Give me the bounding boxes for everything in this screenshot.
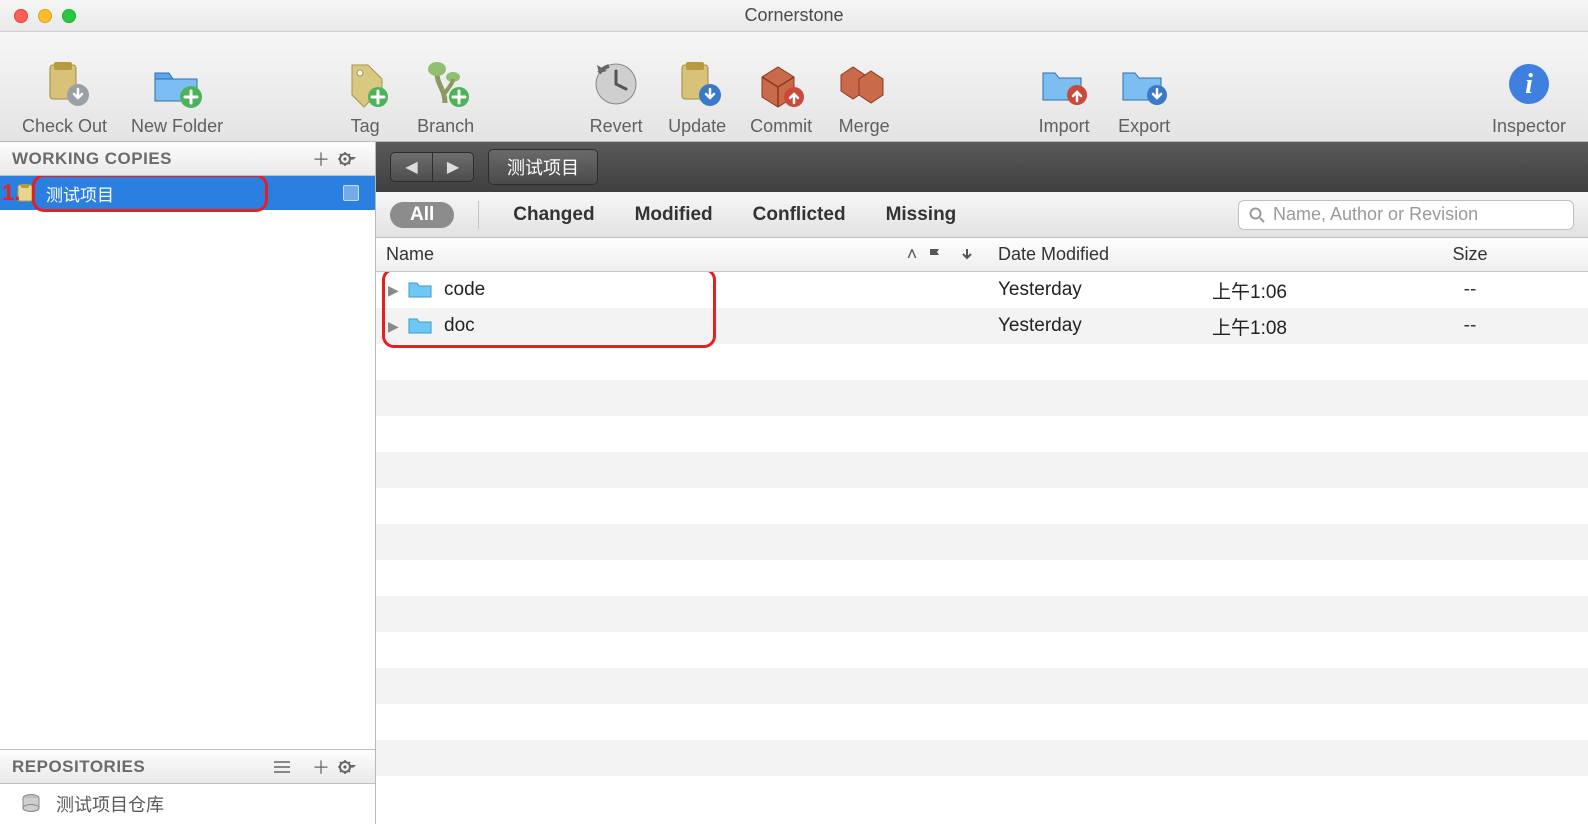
breadcrumb[interactable]: 测试项目 bbox=[488, 149, 598, 185]
new-folder-button[interactable]: New Folder bbox=[119, 56, 235, 137]
working-copy-icon bbox=[14, 182, 36, 204]
branch-label: Branch bbox=[417, 116, 474, 137]
table-row[interactable]: ▶ doc Yesterday 上午1:08 -- bbox=[376, 308, 1588, 344]
folder-icon bbox=[408, 280, 434, 300]
check-out-label: Check Out bbox=[22, 116, 107, 137]
row-size: -- bbox=[1352, 315, 1588, 337]
commit-button[interactable]: Commit bbox=[738, 56, 824, 137]
check-out-icon bbox=[37, 56, 93, 112]
main-content: ◀ ▶ 测试项目 All Changed Modified Conflicted… bbox=[376, 142, 1588, 824]
repositories-header: REPOSITORIES ＋ bbox=[0, 750, 375, 784]
row-size: -- bbox=[1352, 279, 1588, 301]
row-name: doc bbox=[444, 315, 475, 337]
search-placeholder: Name, Author or Revision bbox=[1273, 204, 1478, 225]
column-name[interactable]: Name bbox=[376, 244, 896, 265]
filter-bar: All Changed Modified Conflicted Missing … bbox=[376, 192, 1588, 238]
disclosure-triangle-icon[interactable]: ▶ bbox=[388, 282, 408, 299]
working-copy-label: 测试项目 bbox=[46, 181, 114, 206]
merge-label: Merge bbox=[839, 116, 890, 137]
update-label: Update bbox=[668, 116, 726, 137]
branch-button[interactable]: Branch bbox=[405, 56, 486, 137]
toolbar: Check Out New Folder Tag Branch bbox=[0, 32, 1588, 142]
inspector-icon: i bbox=[1501, 56, 1557, 112]
nav-segment: ◀ ▶ bbox=[390, 152, 474, 182]
repository-label: 测试项目仓库 bbox=[56, 791, 164, 817]
folder-icon bbox=[408, 316, 434, 336]
sidebar: WORKING COPIES ＋ 测试项目 1. REPOSITORIES bbox=[0, 142, 376, 824]
import-label: Import bbox=[1039, 116, 1090, 137]
filter-all[interactable]: All bbox=[390, 202, 454, 228]
inspector-button[interactable]: i Inspector bbox=[1480, 56, 1578, 137]
row-time: 上午1:08 bbox=[1212, 313, 1352, 340]
search-input[interactable]: Name, Author or Revision bbox=[1238, 200, 1574, 230]
export-button[interactable]: Export bbox=[1104, 56, 1184, 137]
working-copy-item[interactable]: 测试项目 bbox=[0, 176, 375, 210]
update-button[interactable]: Update bbox=[656, 56, 738, 137]
repositories-header-label: REPOSITORIES bbox=[6, 757, 273, 777]
row-date: Yesterday bbox=[992, 279, 1212, 301]
working-copies-header-label: WORKING COPIES bbox=[6, 149, 305, 169]
revert-button[interactable]: Revert bbox=[576, 56, 656, 137]
nav-forward-button[interactable]: ▶ bbox=[432, 152, 474, 182]
working-copies-gear-button[interactable] bbox=[337, 151, 369, 167]
column-date-modified[interactable]: Date Modified bbox=[992, 244, 1212, 265]
column-download-icon[interactable] bbox=[960, 248, 992, 262]
filter-changed[interactable]: Changed bbox=[513, 204, 594, 226]
export-icon bbox=[1116, 56, 1172, 112]
merge-icon bbox=[836, 56, 892, 112]
sort-indicator-icon[interactable]: ˄ bbox=[896, 244, 928, 265]
inspector-label: Inspector bbox=[1492, 116, 1566, 137]
repositories-gear-button[interactable] bbox=[337, 759, 369, 775]
revert-icon bbox=[588, 56, 644, 112]
working-copies-list: 测试项目 1. bbox=[0, 176, 375, 749]
filter-modified[interactable]: Modified bbox=[635, 204, 713, 226]
tag-button[interactable]: Tag bbox=[325, 56, 405, 137]
window-title: Cornerstone bbox=[0, 5, 1588, 26]
column-flag-icon[interactable] bbox=[928, 248, 960, 262]
nav-back-button[interactable]: ◀ bbox=[390, 152, 432, 182]
filter-conflicted[interactable]: Conflicted bbox=[753, 204, 846, 226]
repository-icon bbox=[20, 792, 44, 816]
check-out-button[interactable]: Check Out bbox=[10, 56, 119, 137]
filter-missing[interactable]: Missing bbox=[886, 204, 957, 226]
repositories-list-icon[interactable] bbox=[273, 760, 305, 774]
svg-text:i: i bbox=[1525, 69, 1533, 100]
add-repository-button[interactable]: ＋ bbox=[305, 754, 337, 780]
divider bbox=[478, 201, 479, 229]
search-icon bbox=[1249, 207, 1265, 223]
working-copy-status-box bbox=[343, 185, 359, 201]
row-name: code bbox=[444, 279, 485, 301]
path-bar: ◀ ▶ 测试项目 bbox=[376, 142, 1588, 192]
working-copies-header: WORKING COPIES ＋ bbox=[0, 142, 375, 176]
tag-label: Tag bbox=[351, 116, 380, 137]
tag-icon bbox=[337, 56, 393, 112]
update-icon bbox=[669, 56, 725, 112]
table-row[interactable]: ▶ code Yesterday 上午1:06 -- bbox=[376, 272, 1588, 308]
merge-button[interactable]: Merge bbox=[824, 56, 904, 137]
import-icon bbox=[1036, 56, 1092, 112]
titlebar: Cornerstone bbox=[0, 0, 1588, 32]
file-rows: ▶ code Yesterday 上午1:06 -- ▶ doc bbox=[376, 272, 1588, 824]
new-folder-label: New Folder bbox=[131, 116, 223, 137]
commit-icon bbox=[753, 56, 809, 112]
commit-label: Commit bbox=[750, 116, 812, 137]
row-date: Yesterday bbox=[992, 315, 1212, 337]
add-working-copy-button[interactable]: ＋ bbox=[305, 146, 337, 172]
column-headers: Name ˄ Date Modified Size bbox=[376, 238, 1588, 272]
repositories-list: 测试项目仓库 bbox=[0, 784, 375, 824]
new-folder-icon bbox=[149, 56, 205, 112]
branch-icon bbox=[418, 56, 474, 112]
export-label: Export bbox=[1118, 116, 1170, 137]
column-size[interactable]: Size bbox=[1352, 244, 1588, 265]
disclosure-triangle-icon[interactable]: ▶ bbox=[388, 318, 408, 335]
repository-item[interactable]: 测试项目仓库 bbox=[0, 784, 375, 824]
revert-label: Revert bbox=[590, 116, 643, 137]
import-button[interactable]: Import bbox=[1024, 56, 1104, 137]
row-time: 上午1:06 bbox=[1212, 277, 1352, 304]
